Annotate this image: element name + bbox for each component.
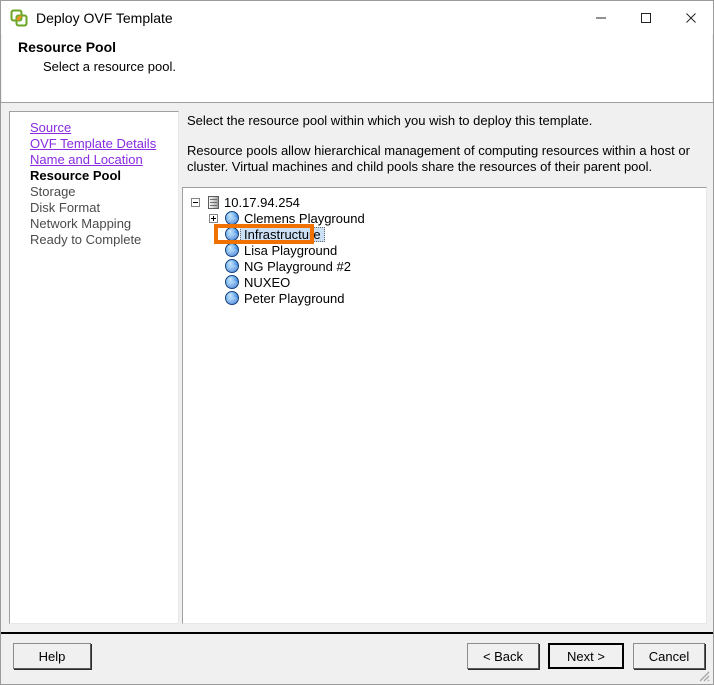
header-divider: [1, 102, 713, 103]
page-title: Resource Pool: [18, 39, 116, 55]
resource-pool-tree: 10.17.94.254 Clemens Playground Infrastr…: [183, 188, 706, 306]
resource-pool-tree-panel[interactable]: 10.17.94.254 Clemens Playground Infrastr…: [182, 187, 707, 624]
description-paragraph-2: Resource pools allow hierarchical manage…: [187, 143, 699, 175]
resource-pool-icon: [225, 243, 239, 257]
window-controls: [578, 1, 713, 34]
resource-pool-icon: [225, 211, 239, 225]
cancel-button-label: Cancel: [649, 649, 689, 664]
description-paragraph-1: Select the resource pool within which yo…: [187, 113, 699, 129]
page-subtitle: Select a resource pool.: [43, 59, 176, 74]
tree-label-lisa-playground: Lisa Playground: [239, 243, 337, 258]
sidebar-item-ready-to-complete: Ready to Complete: [30, 232, 178, 248]
sidebar-item-name-and-location[interactable]: Name and Location: [30, 152, 178, 168]
tree-row-infrastructure[interactable]: Infrastructure: [183, 226, 706, 242]
sidebar-item-resource-pool[interactable]: Resource Pool: [30, 168, 178, 184]
wizard-steps-panel: Source OVF Template Details Name and Loc…: [9, 111, 179, 624]
footer-bar: Help < Back Next > Cancel: [2, 634, 712, 684]
sidebar-item-ovf-template-details[interactable]: OVF Template Details: [30, 136, 178, 152]
maximize-icon[interactable]: [623, 1, 668, 34]
tree-row-peter-playground[interactable]: Peter Playground: [183, 290, 706, 306]
sidebar-item-storage: Storage: [30, 184, 178, 200]
tree-label-nuxeo: NUXEO: [239, 275, 290, 290]
help-button-label: Help: [39, 649, 66, 664]
next-button-label: Next >: [567, 649, 605, 664]
resize-grip[interactable]: [696, 668, 710, 682]
back-button-label: < Back: [483, 649, 523, 664]
ovf-template-icon: [10, 9, 28, 27]
tree-label-peter-playground: Peter Playground: [239, 291, 344, 306]
title-bar[interactable]: Deploy OVF Template: [1, 1, 713, 34]
resource-pool-icon: [225, 259, 239, 273]
cancel-button[interactable]: Cancel: [633, 643, 705, 669]
sidebar-item-disk-format: Disk Format: [30, 200, 178, 216]
host-icon: [208, 196, 219, 209]
tree-label-host: 10.17.94.254: [219, 195, 300, 210]
sidebar-item-source[interactable]: Source: [30, 120, 178, 136]
collapse-toggle-icon[interactable]: [191, 198, 200, 207]
back-button[interactable]: < Back: [467, 643, 539, 669]
tree-row-ng-playground-2[interactable]: NG Playground #2: [183, 258, 706, 274]
sidebar-item-network-mapping: Network Mapping: [30, 216, 178, 232]
tree-label-clemens-playground: Clemens Playground: [239, 211, 365, 226]
expand-toggle-icon[interactable]: [209, 214, 218, 223]
window-title: Deploy OVF Template: [36, 10, 173, 26]
next-button[interactable]: Next >: [548, 643, 624, 669]
wizard-steps-list: Source OVF Template Details Name and Loc…: [10, 112, 178, 248]
tree-row-clemens-playground[interactable]: Clemens Playground: [183, 210, 706, 226]
minimize-icon[interactable]: [578, 1, 623, 34]
tree-label-ng-playground-2: NG Playground #2: [239, 259, 351, 274]
resource-pool-icon: [225, 275, 239, 289]
description-block: Select the resource pool within which yo…: [187, 113, 707, 175]
resource-pool-icon: [225, 227, 239, 241]
tree-row-lisa-playground[interactable]: Lisa Playground: [183, 242, 706, 258]
tree-row-nuxeo[interactable]: NUXEO: [183, 274, 706, 290]
resource-pool-icon: [225, 291, 239, 305]
page-header: Resource Pool Select a resource pool.: [2, 34, 712, 102]
tree-row-host[interactable]: 10.17.94.254: [183, 194, 706, 210]
help-button[interactable]: Help: [13, 643, 91, 669]
deploy-ovf-template-window: Deploy OVF Template Resource Pool Select…: [0, 0, 714, 685]
close-icon[interactable]: [668, 1, 713, 34]
tree-label-infrastructure: Infrastructure: [240, 227, 325, 242]
